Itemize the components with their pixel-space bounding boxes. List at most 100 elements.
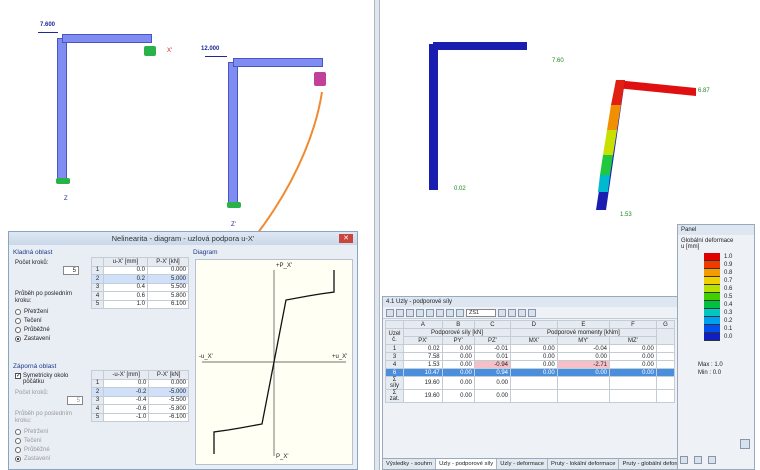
load-label-2: 12.000 [201, 46, 220, 52]
panel-unit: u [mm] [681, 244, 700, 250]
frame1-beam [62, 34, 152, 43]
diagram-left-label: -u_X' [199, 354, 213, 360]
panel-toolbar-button[interactable] [680, 456, 688, 464]
panel-toolbar-button[interactable] [694, 456, 702, 464]
legend-swatch [704, 253, 720, 261]
max-value: 1.0 [714, 362, 723, 368]
axis-x-label: X' [167, 48, 173, 54]
steps-label: Počet kroků: [15, 260, 49, 266]
legend-value: 0.9 [724, 262, 733, 268]
negative-options: Přetržení Tečení Průběžné Zastavení [15, 427, 50, 463]
option-rupture[interactable]: Přetržení [15, 427, 50, 436]
legend-swatch [704, 309, 720, 317]
table-row: 3 0.4 5.500 [91, 282, 190, 292]
toolbar-button[interactable] [528, 308, 536, 317]
results-toolbar: ZS1 [383, 307, 677, 319]
tab-member-global-deformations[interactable]: Pruty - globální deformace [619, 459, 679, 469]
legend-swatch [704, 301, 720, 309]
table-row: 3 -0.4 -5.500 [91, 395, 189, 405]
panel-title: Panel [678, 225, 754, 235]
legend-row: 0.3 [704, 309, 754, 317]
load-arrow-2 [205, 56, 227, 57]
option-stop[interactable]: Zastavení [15, 334, 50, 343]
legend-swatch [704, 269, 720, 277]
toolbar-button[interactable] [436, 308, 444, 317]
negative-zone-group: Záporná oblast ✓ Symetricky okolo počátk… [13, 363, 191, 467]
toolbar-button[interactable] [396, 308, 404, 317]
legend-row: 0.6 [704, 285, 754, 293]
moments-header: Podporové momenty [kNm] [510, 328, 657, 337]
support-icon [314, 72, 326, 86]
support-icon [144, 46, 156, 56]
table-row: 2 -0.2 -5.000 [91, 387, 189, 397]
legend-value: 0.6 [724, 286, 733, 292]
table-row: 2 0.2 5.000 [91, 274, 190, 284]
steps-spinner[interactable]: 5 [63, 266, 79, 275]
legend-swatch [704, 333, 720, 341]
panel-subtitle: Globální deformace [681, 238, 734, 244]
load-label-1: 7.600 [40, 22, 56, 28]
tab-support-forces[interactable]: Uzly - podporové síly [436, 459, 498, 469]
toolbar-button[interactable] [518, 308, 526, 317]
tab-summary[interactable]: Výsledky - souhrn [383, 459, 437, 469]
color-legend[interactable]: 1.0 0.9 0.8 0.7 0.6 0.5 0.4 0.3 0.2 0.1 0.0 [678, 253, 754, 341]
results-title: 4.1 Uzly - podporové síly [383, 297, 677, 307]
option-continuous[interactable]: Průběžné [15, 445, 50, 454]
panel-minmax: Max : 1.0 Min : 0.0 [698, 361, 723, 377]
option-stop[interactable]: Zastavení [15, 454, 50, 463]
legend-swatch [704, 285, 720, 293]
toolbar-button[interactable] [446, 308, 454, 317]
symmetric-checkbox[interactable]: ✓ Symetricky okolo počátku [15, 373, 87, 385]
close-icon[interactable]: ✕ [339, 234, 353, 243]
frame1-column-deformed [429, 44, 438, 190]
tab-node-deformations[interactable]: Uzly - deformace [497, 459, 549, 469]
legend-value: 0.2 [724, 318, 733, 324]
tab-member-local-deformations[interactable]: Pruty - lokální deformace [548, 459, 620, 469]
positive-zone-group: Kladná oblast Počet kroků: 5 Průběh po p… [13, 249, 191, 359]
zoom-icon[interactable] [740, 439, 750, 449]
load-arrow-1 [38, 32, 58, 33]
steps-label: Počet kroků: [15, 390, 49, 396]
legend-value: 1.0 [724, 254, 733, 260]
toolbar-button[interactable] [416, 308, 424, 317]
steps-spinner[interactable]: 5 [67, 396, 83, 405]
table-row: 5 -1.0 -6.100 [91, 412, 189, 422]
option-yielding[interactable]: Tečení [15, 436, 50, 445]
table-row: 4 1.53 0.00 -0.94 0.00 -2.71 0.00 [385, 360, 676, 369]
dialog-title: Nelinearita - diagram - uzlová podpora u… [9, 232, 357, 245]
table-row: 3 7.58 0.00 0.01 0.00 0.00 0.00 [385, 352, 676, 361]
panel-toolbar-button[interactable] [708, 456, 716, 464]
legend-row: 0.8 [704, 269, 754, 277]
toolbar-button[interactable] [498, 308, 506, 317]
option-continuous[interactable]: Průběžné [15, 325, 50, 334]
left-model-view[interactable]: 7.600 12.000 X' Z Z' [0, 0, 374, 304]
results-table[interactable]: A B C D E F G Uzel č. Podporové síly [kN… [385, 320, 676, 403]
table-row: Σ zat. 19.60 0.00 0.00 [385, 389, 676, 403]
toolbar-button[interactable] [406, 308, 414, 317]
toolbar-button[interactable] [426, 308, 434, 317]
option-yielding[interactable]: Tečení [15, 316, 50, 325]
results-table-window: 4.1 Uzly - podporové síly ZS1 A B C D E … [382, 296, 679, 470]
toolbar-button[interactable] [508, 308, 516, 317]
legend-row: 0.0 [704, 333, 754, 341]
table-row: 4 -0.6 -5.800 [91, 404, 189, 414]
legend-row: 0.5 [704, 293, 754, 301]
toolbar-button[interactable] [386, 308, 394, 317]
table-row: 1 0.0 0.000 [91, 265, 190, 275]
positive-table[interactable]: u-X' [mm] P-X' [kN] 1 0.0 0.000 2 0.2 5.000 3… [91, 257, 190, 309]
negative-zone-title: Záporná oblast [13, 363, 57, 370]
results-panel: Panel Globální deformace u [mm] 1.0 0.9 0.… [677, 224, 755, 470]
negative-table[interactable]: -u-X' [mm] P-X' [kN] 1 0.0 0.000 2 -0.2 -5.00… [91, 370, 189, 422]
option-rupture[interactable]: Přetržení [15, 307, 50, 316]
results-tabs: Výsledky - souhrn Uzly - podporové síly … [383, 458, 679, 469]
max-label: Max : [698, 362, 713, 368]
toolbar-button[interactable] [456, 308, 464, 317]
diagram-right-label: +u_X' [332, 354, 348, 360]
col-p: P-X' [kN] [148, 370, 189, 380]
result-label: 0.02 [454, 186, 466, 192]
axis-z-label: Z [64, 196, 68, 202]
frame1-column [57, 38, 67, 180]
load-case-select[interactable]: ZS1 [466, 308, 496, 317]
legend-row: 0.9 [704, 261, 754, 269]
positive-zone-title: Kladná oblast [13, 249, 53, 256]
